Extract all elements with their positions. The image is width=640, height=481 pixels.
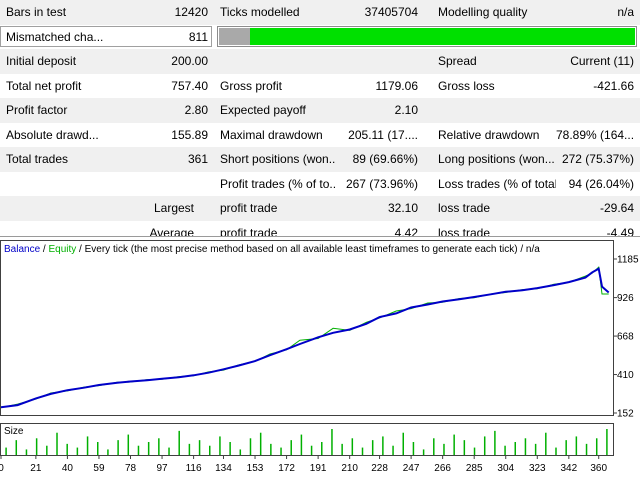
total-net-profit-label: Total net profit (6, 78, 82, 93)
report-row-mismatched: Mismatched cha... 811 (0, 25, 640, 50)
average-loss-value: -4.49 (606, 225, 634, 237)
quality-bar-unknown (219, 27, 253, 45)
legend-separator: / (40, 244, 48, 255)
profit-factor-value: 2.80 (184, 103, 208, 117)
y-tick-label: 152 (617, 409, 634, 420)
spread-value: Current (11) (570, 54, 634, 68)
legend-description: / Every tick (the most precise method ba… (76, 244, 540, 255)
report-row-trades: Total trades 361 Short positions (won...… (0, 147, 640, 172)
loss-trades-value: 94 (26.04%) (568, 176, 634, 191)
y-tick-label: 410 (617, 370, 634, 381)
x-tick-label: 40 (62, 463, 74, 474)
report-row-average: Average profit trade 4.42 loss trade -4.… (0, 221, 640, 237)
initial-deposit-label: Initial deposit (6, 54, 77, 68)
modelling-quality-value: n/a (617, 5, 634, 19)
average-profit-label: profit trade (220, 225, 278, 237)
gross-loss-label: Gross loss (438, 78, 495, 93)
x-tick-label: 172 (278, 463, 295, 474)
expected-payoff-value: 2.10 (394, 103, 418, 117)
x-tick-label: 342 (560, 463, 577, 474)
report-row-factor: Profit factor 2.80 Expected payoff 2.10 (0, 98, 640, 123)
x-tick-label: 210 (341, 463, 358, 474)
ticks-modelled-value: 37405704 (364, 5, 418, 19)
report-row-profit-trades: Profit trades (% of to... 267 (73.96%) L… (0, 172, 640, 197)
y-tick-label: 1185 (617, 255, 639, 266)
absolute-drawdown-label: Absolute drawd... (6, 127, 99, 142)
profit-trades-label: Profit trades (% of to... (220, 176, 336, 191)
short-positions-value: 89 (69.66%) (352, 152, 418, 166)
balance-chart: Balance / Equity / Every tick (the most … (0, 240, 639, 474)
long-positions-label: Long positions (won... (438, 152, 555, 166)
y-tick-label: 668 (617, 332, 634, 343)
profit-trades-value: 267 (73.96%) (345, 176, 418, 191)
absolute-drawdown-value: 155.89 (171, 127, 208, 142)
largest-profit-label: profit trade (220, 201, 278, 215)
x-tick-label: 247 (403, 463, 420, 474)
x-tick-label: 360 (590, 463, 607, 474)
gross-profit-label: Gross profit (220, 78, 283, 93)
total-trades-value: 361 (187, 152, 208, 166)
total-net-profit-value: 757.40 (171, 78, 208, 93)
mismatched-value: 811 (188, 29, 208, 44)
bars-in-test-label: Bars in test (6, 5, 67, 19)
chart-header: Balance / Equity / Every tick (the most … (4, 244, 540, 255)
loss-trades-label: Loss trades (% of total) (438, 176, 556, 191)
x-tick-label: 285 (466, 463, 483, 474)
relative-drawdown-label: Relative drawdown (438, 127, 540, 142)
profit-factor-label: Profit factor (6, 103, 68, 117)
average-loss-label: loss trade (438, 225, 491, 237)
expected-payoff-label: Expected payoff (220, 103, 306, 117)
x-tick-label: 304 (497, 463, 514, 474)
x-tick-label: 266 (434, 463, 451, 474)
x-tick-label: 0 (0, 463, 4, 474)
legend-balance: Balance (4, 244, 41, 255)
report-row-largest: Largest profit trade 32.10 loss trade -2… (0, 196, 640, 221)
report-row-profit: Total net profit 757.40 Gross profit 117… (0, 74, 640, 99)
ticks-modelled-label: Ticks modelled (220, 5, 300, 19)
report-row-drawdown: Absolute drawd... 155.89 Maximal drawdow… (0, 123, 640, 148)
average-profit-value: 4.42 (394, 225, 418, 237)
modelling-quality-label: Modelling quality (438, 5, 528, 19)
quality-bar-fill (250, 27, 635, 45)
volume-size-label: Size (4, 426, 24, 437)
maximal-drawdown-value: 205.11 (17.... (348, 127, 418, 142)
average-label: Average (149, 225, 194, 237)
x-tick-label: 191 (310, 463, 327, 474)
long-positions-value: 272 (75.37%) (561, 152, 634, 166)
x-tick-label: 323 (529, 463, 546, 474)
largest-profit-value: 32.10 (387, 201, 418, 215)
volume-plot-frame (0, 423, 614, 456)
largest-loss-label: loss trade (438, 201, 491, 215)
x-tick-label: 116 (186, 463, 202, 474)
x-tick-label: 78 (125, 463, 137, 474)
report-row-bars: Bars in test 12420 Ticks modelled 374057… (0, 0, 640, 25)
relative-drawdown-value: 78.89% (164.... (556, 127, 634, 142)
y-axis: 1185 926 668 410 152 (613, 255, 639, 420)
initial-deposit-value: 200.00 (171, 54, 208, 68)
total-trades-label: Total trades (6, 152, 69, 166)
x-tick-label: 153 (247, 463, 264, 474)
bars-in-test-value: 12420 (174, 5, 208, 19)
x-tick-label: 97 (156, 463, 168, 474)
short-positions-label: Short positions (won... (220, 152, 336, 166)
spread-label: Spread (438, 54, 477, 68)
gross-loss-value: -421.66 (593, 78, 634, 93)
modelling-quality-bar (217, 25, 637, 47)
gross-profit-value: 1179.06 (375, 78, 419, 93)
y-tick-label: 926 (617, 293, 634, 304)
largest-label: Largest (153, 201, 194, 215)
x-axis: 0 21 40 59 78 97 116 134 153 172 191 210 228 247 266 28… (0, 455, 607, 474)
largest-loss-value: -29.64 (599, 201, 634, 215)
mismatched-label: Mismatched cha... (6, 29, 104, 44)
x-tick-label: 59 (93, 463, 105, 474)
legend-equity: Equity (48, 244, 76, 255)
report-row-deposit: Initial deposit 200.00 Spread Current (1… (0, 49, 640, 74)
x-tick-label: 228 (371, 463, 388, 474)
x-tick-label: 134 (215, 463, 232, 474)
main-plot-frame (0, 240, 614, 416)
maximal-drawdown-label: Maximal drawdown (220, 127, 323, 142)
test-report-table: Bars in test 12420 Ticks modelled 374057… (0, 0, 640, 236)
balance-chart-panel: Balance / Equity / Every tick (the most … (0, 236, 640, 481)
x-tick-label: 21 (30, 463, 42, 474)
